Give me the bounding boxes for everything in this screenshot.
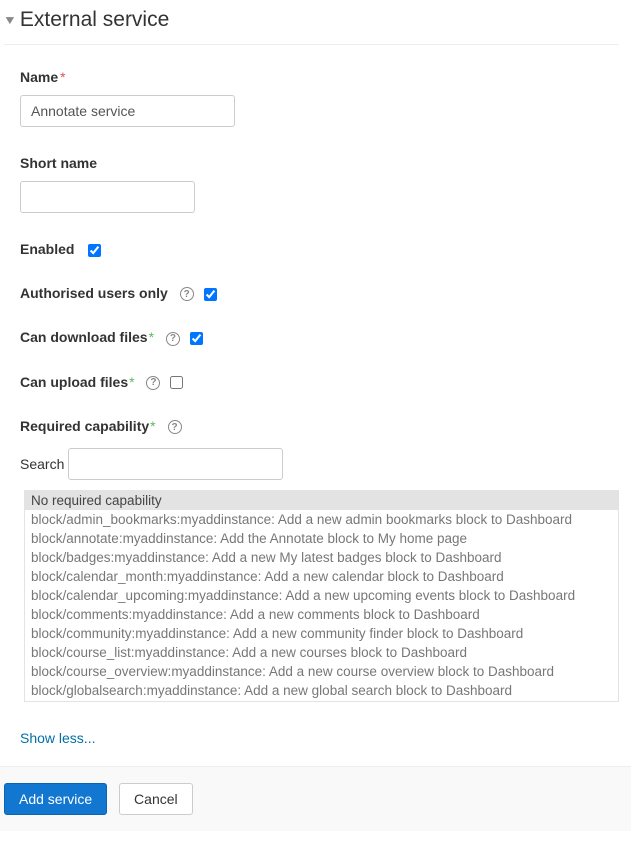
page-title: External service [20,8,169,32]
help-icon[interactable]: ? [168,420,182,434]
field-upload-files: Can upload files* ? [20,374,619,390]
page-header: ▼ External service [4,8,619,45]
capability-option[interactable]: block/admin_bookmarks:myaddinstance: Add… [25,510,618,529]
add-service-button[interactable]: Add service [4,783,107,815]
capability-option[interactable]: block/calendar_month:myaddinstance: Add … [25,567,618,586]
authorised-users-checkbox[interactable] [204,288,217,301]
cancel-button[interactable]: Cancel [119,783,193,815]
shortname-label: Short name [20,155,619,171]
form-actions: Add service Cancel [0,766,631,831]
capability-option[interactable]: block/calendar_upcoming:myaddinstance: A… [25,586,618,605]
upload-files-checkbox[interactable] [170,376,183,389]
capability-option[interactable]: block/course_list:myaddinstance: Add a n… [25,643,618,662]
help-icon[interactable]: ? [180,287,194,301]
field-name: Name* [20,69,619,127]
name-label: Name* [20,69,619,85]
required-asterisk-icon: * [129,374,134,390]
name-input[interactable] [20,95,235,127]
required-capability-label: Required capability* [20,418,156,434]
enabled-checkbox[interactable] [88,244,101,257]
collapse-caret-icon[interactable]: ▼ [3,13,17,27]
capability-search-row: Search [20,448,619,480]
field-enabled: Enabled [20,241,619,257]
help-icon[interactable]: ? [146,376,160,390]
required-asterisk-icon: * [150,418,155,434]
capability-search-label: Search [20,456,64,472]
field-download-files: Can download files* ? [20,329,619,345]
download-files-checkbox[interactable] [190,332,203,345]
capability-option[interactable]: No required capability [25,491,618,510]
capability-option[interactable]: block/glossary_random:myaddinstance: Add… [25,700,618,702]
field-required-capability: Required capability* ? Search No require… [20,418,619,702]
enabled-label: Enabled [20,241,74,257]
download-files-label: Can download files* [20,329,154,345]
capability-listbox[interactable]: No required capabilityblock/admin_bookma… [24,490,619,702]
capability-option[interactable]: block/comments:myaddinstance: Add a new … [25,605,618,624]
capability-option[interactable]: block/globalsearch:myaddinstance: Add a … [25,681,618,700]
required-asterisk-icon: * [60,69,65,85]
upload-files-label: Can upload files* [20,374,135,390]
external-service-form: Name* Short name Enabled Authorised user… [4,69,619,766]
field-authorised-users: Authorised users only ? [20,285,619,301]
authorised-users-label: Authorised users only [20,285,168,301]
capability-option[interactable]: block/community:myaddinstance: Add a new… [25,624,618,643]
capability-search-input[interactable] [68,448,283,480]
field-shortname: Short name [20,155,619,213]
shortname-input[interactable] [20,181,195,213]
required-asterisk-icon: * [149,329,154,345]
capability-option[interactable]: block/course_overview:myaddinstance: Add… [25,662,618,681]
capability-option[interactable]: block/annotate:myaddinstance: Add the An… [25,529,618,548]
help-icon[interactable]: ? [166,332,180,346]
capability-option[interactable]: block/badges:myaddinstance: Add a new My… [25,548,618,567]
show-less-link[interactable]: Show less... [20,730,95,746]
